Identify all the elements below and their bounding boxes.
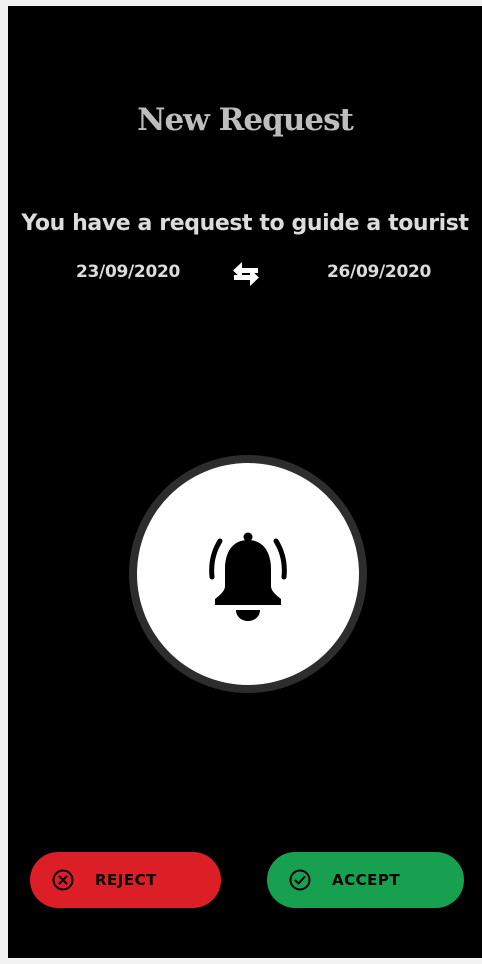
start-date: 23/09/2020 (76, 262, 181, 282)
reject-label: REJECT (95, 871, 157, 889)
reject-button[interactable]: REJECT (30, 852, 221, 908)
bell-ringing-icon (208, 531, 288, 623)
end-date: 26/09/2020 (327, 262, 432, 282)
swap-arrows-icon (228, 260, 264, 288)
close-circle-icon (52, 869, 74, 891)
bell-circle (137, 463, 359, 685)
check-circle-icon (289, 869, 311, 891)
request-screen: New Request You have a request to guide … (8, 6, 482, 958)
accept-label: ACCEPT (332, 871, 401, 889)
accept-button[interactable]: ACCEPT (267, 852, 464, 908)
page-title: New Request (137, 102, 354, 138)
notification-bell-badge (129, 455, 367, 693)
request-message: You have a request to guide a tourist (21, 211, 469, 236)
